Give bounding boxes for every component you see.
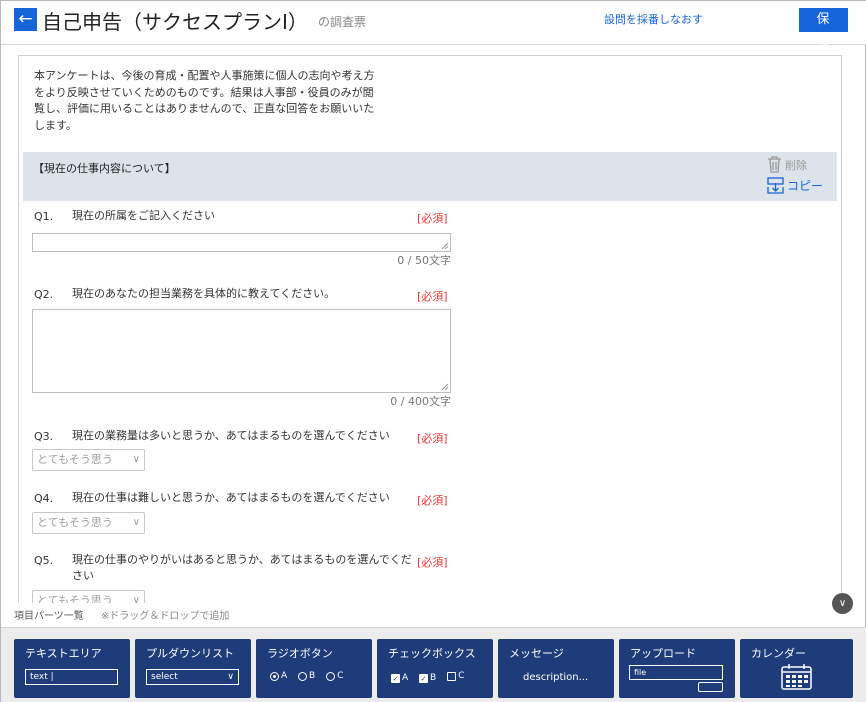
checkbox-checked-icon: ✓ [391,673,400,683]
q1-char-counter: 0 / 50文字 [397,254,451,267]
radio-option: A [270,671,287,681]
q2-char-counter: 0 / 400文字 [390,395,451,408]
checkbox-unchecked-icon [447,671,457,681]
checkbox-option: ✓ B [419,673,437,683]
checkbox-option: C [447,671,464,681]
tile-title: チェックボックス [388,647,476,660]
part-calendar-tile[interactable]: カレンダー [740,639,853,698]
radio-checked-icon [270,671,279,681]
tile-sample-text: select [151,672,178,682]
q4-selected-value: とてもそう思う [37,516,113,529]
q4-select[interactable]: とてもそう思う ∨ [32,512,145,534]
survey-form: 本アンケートは、今後の育成・配置や人事施策に個人の志向や考え方をより反映させてい… [18,55,842,603]
radio-option: C [326,671,343,681]
tile-sample: text | [25,669,118,685]
tile-title: カレンダー [751,647,806,660]
required-badge: [必須] [417,556,448,569]
part-textarea-tile[interactable]: テキストエリア text | [14,639,130,698]
app-frame: ← 自己申告（サクセスプランI） の調査票 設問を採番しなおす 保 存 本アンケ… [0,0,866,702]
part-pulldown-tile[interactable]: プルダウンリスト select ∨ [135,639,251,698]
question-number: Q2. [34,288,54,301]
question-text: 現在の業務量は多いと思うか、あてはまるものを選んでください [72,429,390,442]
chevron-down-icon: ∨ [132,595,140,603]
page-subtitle: の調査票 [318,15,367,29]
required-badge: [必須] [417,432,448,445]
copy-section-button[interactable]: コピー [767,177,823,194]
delete-label: 削除 [785,158,807,172]
page-title: 自己申告（サクセスプランI） [42,10,308,34]
copy-label: コピー [787,179,824,193]
calendar-icon [781,664,812,690]
resize-grip-icon[interactable] [441,242,449,250]
question-text: 現在のあなたの担当業務を具体的に教えてください。 [72,287,336,300]
arrow-left-icon: ← [18,9,33,29]
question-number: Q5. [34,554,54,567]
header: ← 自己申告（サクセスプランI） の調査票 設問を採番しなおす 保 存 [1,1,866,51]
delete-section-button[interactable]: 削除 [767,156,807,173]
upload-button-sample [698,682,723,692]
question-number: Q4. [34,492,54,505]
radio-unchecked-icon [298,671,308,681]
collapse-palette-button[interactable]: ∨ [832,593,853,614]
resize-grip-icon[interactable] [441,383,449,391]
section-title: 【現在の仕事内容について】 [33,162,176,175]
copy-icon [767,177,784,194]
palette-note: ※ドラッグ＆ドロップで追加 [101,611,230,622]
checkbox-option: ✓ A [391,673,409,683]
tile-title: プルダウンリスト [146,647,234,660]
tile-sample: description... [523,672,589,683]
question-text: 現在の仕事は難しいと思うか、あてはまるものを選んでください [72,491,390,504]
q2-textarea[interactable] [32,309,451,393]
part-upload-tile[interactable]: アップロード file [619,639,735,698]
required-badge: [必須] [417,494,448,507]
tile-sample: A B C [270,671,351,684]
q1-text-input[interactable] [32,233,451,252]
parts-palette: テキストエリア text | プルダウンリスト select ∨ ラジオボタン … [1,627,866,702]
chevron-down-icon: ∨ [227,672,234,682]
intro-text: 本アンケートは、今後の育成・配置や人事施策に個人の志向や考え方をより反映させてい… [34,69,375,132]
radio-option: B [298,671,315,681]
trash-icon [768,156,781,173]
q3-select[interactable]: とてもそう思う ∨ [32,449,145,471]
q3-selected-value: とてもそう思う [37,453,113,466]
question-text: 現在の仕事のやりがいはあると思うか、あてはまるものを選んでください [72,553,412,582]
chevron-down-icon: ∨ [838,598,847,609]
tile-sample: select ∨ [146,669,239,685]
question-number: Q3. [34,430,54,443]
part-message-tile[interactable]: メッセージ description... [498,639,614,698]
required-badge: [必須] [417,290,448,303]
tile-sample: file [629,665,723,680]
q5-select[interactable]: とてもそう思う ∨ [32,590,145,603]
checkbox-checked-icon: ✓ [419,673,429,683]
save-button[interactable]: 保 存 [799,8,848,51]
renumber-questions-link[interactable]: 設問を採番しなおす [604,11,703,27]
tile-title: ラジオボタン [267,647,333,660]
question-text: 現在の所属をご記入ください [72,209,215,222]
required-badge: [必須] [417,212,448,225]
part-checkbox-tile[interactable]: チェックボックス ✓ A ✓ B C [377,639,493,698]
tile-sample: ✓ A ✓ B C [391,671,472,684]
tile-title: テキストエリア [25,647,102,660]
question-number: Q1. [34,210,54,223]
radio-unchecked-icon [326,671,336,681]
tile-title: アップロード [630,647,696,660]
tile-title: メッセージ [509,647,564,660]
q5-selected-value: とてもそう思う [37,594,113,603]
chevron-down-icon: ∨ [132,517,140,528]
palette-label: 項目パーツ一覧 [14,611,84,622]
back-button[interactable]: ← [14,8,37,31]
part-radio-tile[interactable]: ラジオボタン A B C [256,639,372,698]
chevron-down-icon: ∨ [132,454,140,465]
section-header: 【現在の仕事内容について】 削除 コピー [23,152,837,201]
